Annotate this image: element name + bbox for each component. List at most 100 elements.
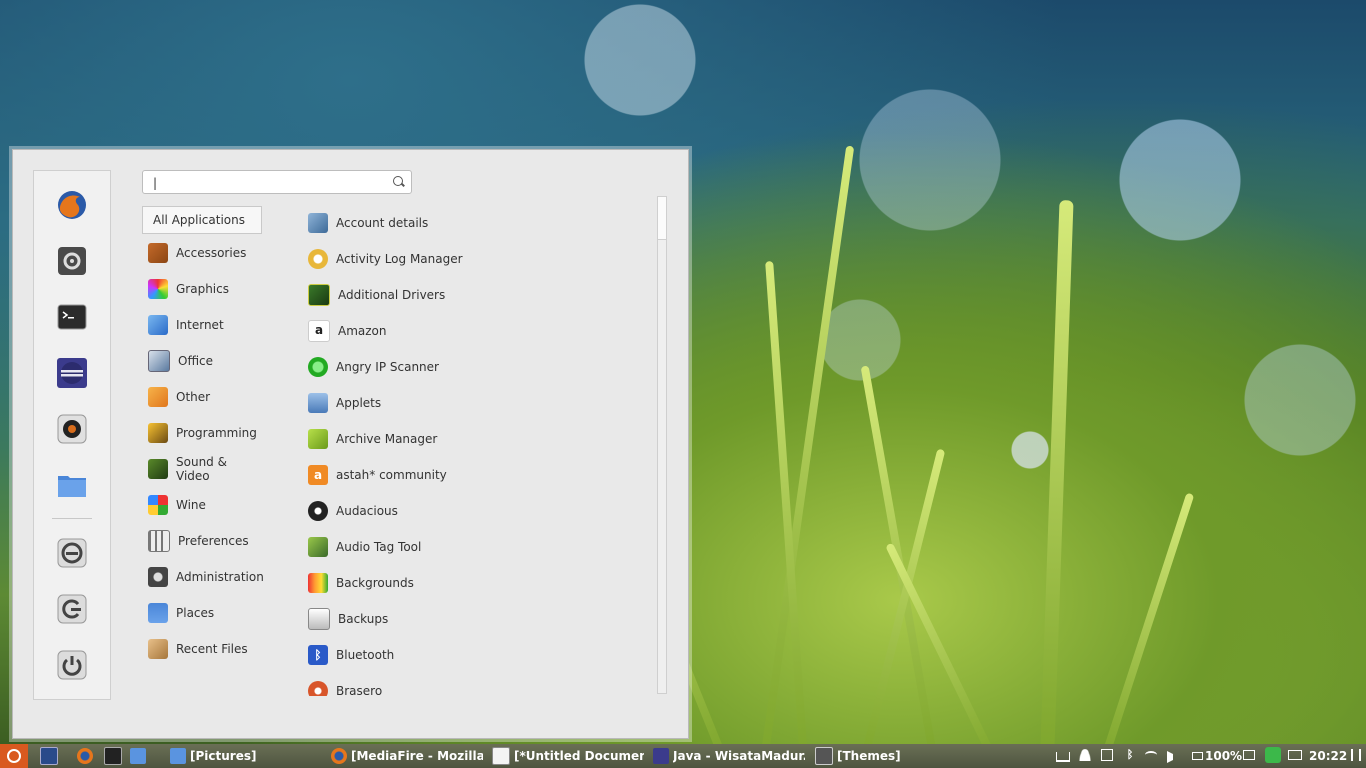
logout-icon[interactable]: [55, 592, 89, 626]
volume-icon[interactable]: [1167, 751, 1173, 763]
category-office[interactable]: Office: [142, 347, 262, 375]
favorites-separator: [52, 518, 92, 519]
app-backgrounds[interactable]: Backgrounds: [305, 568, 605, 598]
taskbar: [Pictures] [MediaFire - Mozilla ... [*Un…: [0, 744, 1366, 768]
search-icon: [393, 176, 403, 186]
app-bluetooth[interactable]: ᛒ Bluetooth: [305, 640, 605, 670]
window-title: [Themes]: [837, 749, 901, 763]
update-check-icon[interactable]: [1265, 747, 1281, 763]
window-button-mediafire[interactable]: [MediaFire - Mozilla ...: [331, 746, 483, 766]
places-icon: [148, 603, 168, 623]
category-label: Accessories: [176, 246, 247, 260]
menu-button[interactable]: [0, 744, 28, 768]
search-input[interactable]: [151, 174, 385, 192]
app-label: Backups: [338, 612, 389, 626]
app-additional-drivers[interactable]: Additional Drivers: [305, 280, 605, 310]
app-brasero[interactable]: Brasero: [305, 676, 605, 696]
category-recent-files[interactable]: Recent Files: [142, 635, 262, 663]
app-label: Amazon: [338, 324, 387, 338]
backups-icon: [308, 608, 330, 630]
category-accessories[interactable]: Accessories: [142, 239, 262, 267]
application-list-scrollbar[interactable]: [657, 196, 667, 694]
app-amazon[interactable]: a Amazon: [305, 316, 605, 346]
window-button-themes[interactable]: [Themes]: [815, 746, 915, 766]
category-label: Internet: [176, 318, 224, 332]
terminal-icon[interactable]: [55, 300, 89, 334]
folder-icon[interactable]: [55, 468, 89, 502]
app-angry-ip-scanner[interactable]: Angry IP Scanner: [305, 352, 605, 382]
app-label: Angry IP Scanner: [336, 360, 439, 374]
astah-community-icon: a: [308, 465, 328, 485]
other-icon: [148, 387, 168, 407]
text-editor-icon: [492, 747, 510, 765]
brasero-icon: [308, 681, 328, 696]
category-programming[interactable]: Programming: [142, 419, 262, 447]
clock[interactable]: 20:22: [1309, 746, 1347, 766]
category-places[interactable]: Places: [142, 599, 262, 627]
bluetooth-icon[interactable]: ᛒ: [1124, 749, 1136, 761]
angry-ip-scanner-icon: [308, 357, 328, 377]
preferences-icon: [148, 530, 170, 552]
lock-screen-icon[interactable]: [55, 536, 89, 570]
app-label: Backgrounds: [336, 576, 414, 590]
category-label: Other: [176, 390, 211, 404]
app-archive-manager[interactable]: Archive Manager: [305, 424, 605, 454]
category-label: Preferences: [178, 534, 249, 548]
window-title: [Pictures]: [190, 749, 257, 763]
app-label: Archive Manager: [336, 432, 438, 446]
activity-log-manager-icon: [308, 249, 328, 269]
category-administration[interactable]: Administration: [142, 563, 264, 591]
app-applets[interactable]: Applets: [305, 388, 605, 418]
firefox-icon[interactable]: [55, 188, 89, 222]
category-label: Administration: [176, 570, 264, 584]
keyboard-icon[interactable]: [1288, 750, 1302, 760]
category-label: Wine: [176, 498, 206, 512]
firefox-launcher[interactable]: [77, 746, 97, 766]
files-launcher[interactable]: [130, 746, 150, 766]
favorites-panel: [33, 170, 111, 700]
category-all-applications[interactable]: All Applications: [142, 206, 262, 234]
category-label: Sound & Video: [176, 455, 227, 483]
app-activity-log-manager[interactable]: Activity Log Manager: [305, 244, 605, 274]
additional-drivers-icon: [308, 284, 330, 306]
app-backups[interactable]: Backups: [305, 604, 605, 634]
window-button-java[interactable]: Java - WisataMadur...: [653, 746, 805, 766]
app-audacious[interactable]: Audacious: [305, 496, 605, 526]
eclipse-icon[interactable]: [55, 356, 89, 390]
search-box[interactable]: [142, 170, 412, 194]
window-title: [MediaFire - Mozilla ...: [351, 749, 483, 763]
category-internet[interactable]: Internet: [142, 311, 262, 339]
show-desktop-launcher[interactable]: [40, 746, 62, 766]
wifi-icon[interactable]: [1145, 751, 1157, 759]
app-account-details[interactable]: Account details: [305, 208, 605, 238]
category-label: Graphics: [176, 282, 229, 296]
power-icon[interactable]: [55, 648, 89, 682]
category-label: All Applications: [153, 213, 245, 227]
keyboard-layout-icon[interactable]: [1101, 749, 1113, 761]
category-wine[interactable]: Wine: [142, 491, 262, 519]
terminal-launcher[interactable]: [104, 746, 126, 766]
internet-icon: [148, 315, 168, 335]
workspace-switcher-icon[interactable]: [1056, 752, 1070, 762]
window-button-pictures[interactable]: [Pictures]: [170, 746, 320, 766]
account-details-icon: [308, 213, 328, 233]
window-button-untitled-document[interactable]: [*Untitled Documen...: [492, 746, 644, 766]
camera-icon[interactable]: [55, 412, 89, 446]
scrollbar-thumb[interactable]: [658, 197, 666, 240]
app-astah-community[interactable]: a astah* community: [305, 460, 605, 490]
battery-icon[interactable]: [1192, 752, 1203, 760]
bluetooth-icon: ᛒ: [308, 645, 328, 665]
category-graphics[interactable]: Graphics: [142, 275, 262, 303]
app-audio-tag-tool[interactable]: Audio Tag Tool: [305, 532, 605, 562]
category-other[interactable]: Other: [142, 383, 262, 411]
user-icon[interactable]: [1079, 749, 1091, 761]
backgrounds-icon: [308, 573, 328, 593]
notification-icon[interactable]: [1351, 749, 1361, 761]
desktop-icon: [40, 747, 58, 765]
category-label: Office: [178, 354, 214, 368]
battery-percentage: 100%: [1205, 749, 1243, 763]
display-icon[interactable]: [1243, 750, 1255, 760]
category-preferences[interactable]: Preferences: [142, 527, 262, 555]
system-settings-icon[interactable]: [55, 244, 89, 278]
category-sound-video[interactable]: Sound & Video: [142, 455, 262, 483]
